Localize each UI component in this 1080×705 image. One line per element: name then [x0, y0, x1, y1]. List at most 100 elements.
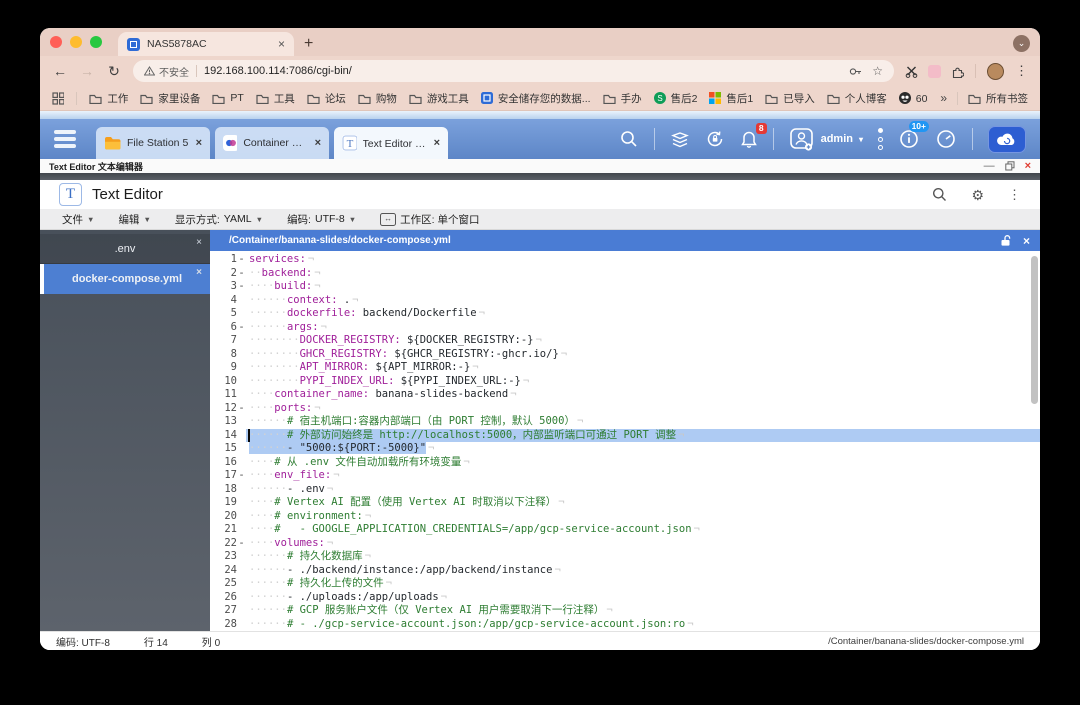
- taskbar-app-close-icon[interactable]: ×: [315, 137, 321, 149]
- search-button[interactable]: [619, 129, 639, 149]
- bookmark-item[interactable]: 已导入: [765, 91, 815, 106]
- line-number-gutter[interactable]: 11: [210, 388, 246, 402]
- code-line[interactable]: 3- ····build: ¬: [210, 280, 1040, 294]
- fold-marker-icon[interactable]: -: [237, 280, 246, 294]
- line-number-gutter[interactable]: 27: [210, 604, 246, 618]
- line-number-gutter[interactable]: 17-: [210, 469, 246, 483]
- bookmark-item[interactable]: 论坛: [307, 91, 346, 106]
- security-scan-button[interactable]: [705, 129, 725, 149]
- line-number-gutter[interactable]: 23: [210, 550, 246, 564]
- menu-workspace[interactable]: ↔ 工作区: 单个窗口: [380, 212, 480, 227]
- line-number-gutter[interactable]: 4: [210, 294, 246, 308]
- code-line-content[interactable]: ····container_name: banana-slides-backen…: [246, 388, 1040, 402]
- forward-button[interactable]: →: [79, 64, 95, 78]
- quickconnect-button[interactable]: [988, 125, 1026, 153]
- bookmark-item[interactable]: 个人博客: [827, 91, 887, 106]
- code-line-content[interactable]: ······- ./uploads:/app/uploads ¬: [246, 591, 1040, 605]
- code-line[interactable]: 7 ········DOCKER_REGISTRY: ${DOCKER_REGIS…: [210, 334, 1040, 348]
- line-number-gutter[interactable]: 8: [210, 348, 246, 362]
- code-line[interactable]: 18 ······- .env ¬: [210, 483, 1040, 497]
- tab-search-button[interactable]: ⌄: [1013, 35, 1030, 52]
- taskbar-app-tab[interactable]: T Text Editor 文... ×: [334, 127, 448, 159]
- code-line[interactable]: 26 ······- ./uploads:/app/uploads ¬: [210, 591, 1040, 605]
- code-line[interactable]: 13 ······# 宿主机端口:容器内部端口（由 PORT 控制，默认 5000…: [210, 415, 1040, 429]
- code-line[interactable]: 23 ······# 持久化数据库 ¬: [210, 550, 1040, 564]
- code-line-content[interactable]: ······# 外部访问始终是 http://localhost:5000，内部…: [246, 428, 1040, 442]
- code-editor[interactable]: 1- services: ¬ 2- ··backend: ¬ 3- ····build: ¬ 4 ·…: [210, 251, 1040, 631]
- main-menu-button[interactable]: [54, 130, 76, 148]
- editor-settings-icon[interactable]: ⚙: [971, 188, 984, 202]
- bookmark-item[interactable]: S 售后2: [653, 91, 697, 106]
- unlock-icon[interactable]: [1000, 234, 1012, 247]
- close-window-button[interactable]: [50, 36, 62, 48]
- code-line-content[interactable]: ········DOCKER_REGISTRY: ${DOCKER_REGIST…: [246, 334, 1040, 348]
- open-file-close-icon[interactable]: ×: [196, 237, 202, 248]
- code-line-content[interactable]: ········GHCR_REGISTRY: ${GHCR_REGISTRY:-…: [246, 348, 1040, 362]
- code-line-content[interactable]: ······- "5000:${PORT:-5000}" ¬: [246, 442, 1040, 456]
- line-number-gutter[interactable]: 26: [210, 591, 246, 605]
- code-line[interactable]: 5 ······dockerfile: backend/Dockerfile ¬: [210, 307, 1040, 321]
- menu-file[interactable]: 文件 ▼: [62, 212, 94, 227]
- code-line-content[interactable]: ····# environment: ¬: [246, 510, 1040, 524]
- bookmark-item[interactable]: 手办: [602, 91, 642, 106]
- bookmark-item[interactable]: 售后1: [709, 91, 753, 106]
- menu-edit[interactable]: 编辑 ▼: [118, 212, 150, 227]
- code-line-content[interactable]: ····# - GOOGLE_APPLICATION_CREDENTIALS=/…: [246, 523, 1040, 537]
- code-line-content[interactable]: ····build: ¬: [246, 280, 1040, 294]
- line-number-gutter[interactable]: 10: [210, 375, 246, 389]
- line-number-gutter[interactable]: 2-: [210, 267, 246, 281]
- line-number-gutter[interactable]: 28: [210, 618, 246, 632]
- code-line-content[interactable]: services: ¬: [246, 253, 1040, 267]
- minimize-window-button[interactable]: [70, 36, 82, 48]
- code-line-content[interactable]: ······# 持久化上传的文件 ¬: [246, 577, 1040, 591]
- bookmark-item[interactable]: 工具: [256, 91, 295, 106]
- code-line-content[interactable]: ······# 宿主机端口:容器内部端口（由 PORT 控制，默认 5000） ¬: [246, 415, 1040, 429]
- apps-grid-icon[interactable]: [52, 91, 65, 105]
- puzzle-extensions-icon[interactable]: [951, 65, 964, 78]
- bookmark-star-icon[interactable]: ☆: [872, 65, 883, 77]
- bookmark-item[interactable]: 游戏工具: [409, 91, 469, 106]
- security-chip[interactable]: 不安全: [144, 64, 189, 79]
- password-key-icon[interactable]: [849, 67, 862, 76]
- code-line[interactable]: 12- ····ports: ¬: [210, 402, 1040, 416]
- code-line-content[interactable]: ······# - ./gcp-service-account.json:/ap…: [246, 618, 1040, 632]
- bookmark-item[interactable]: 家里设备: [140, 91, 200, 106]
- editor-more-icon[interactable]: ⋮: [1008, 187, 1021, 203]
- taskbar-app-tab[interactable]: File Station 5 ×: [96, 127, 210, 159]
- line-number-gutter[interactable]: 22-: [210, 537, 246, 551]
- code-line-content[interactable]: ····env_file: ¬: [246, 469, 1040, 483]
- code-line[interactable]: 2- ··backend: ¬: [210, 267, 1040, 281]
- code-line[interactable]: 4 ······context: . ¬: [210, 294, 1040, 308]
- browser-tab[interactable]: NAS5878AC ×: [118, 32, 294, 56]
- code-line-content[interactable]: ········PYPI_INDEX_URL: ${PYPI_INDEX_URL…: [246, 375, 1040, 389]
- line-number-gutter[interactable]: 25: [210, 577, 246, 591]
- line-number-gutter[interactable]: 21: [210, 523, 246, 537]
- user-menu[interactable]: admin ▾: [789, 127, 863, 152]
- open-file-item[interactable]: docker-compose.yml ×: [40, 264, 210, 294]
- code-line-content[interactable]: ······- ./backend/instance:/app/backend/…: [246, 564, 1040, 578]
- window-restore-button[interactable]: [1004, 161, 1015, 171]
- fold-marker-icon[interactable]: -: [237, 469, 246, 483]
- line-number-gutter[interactable]: 6-: [210, 321, 246, 335]
- code-line[interactable]: 9 ········APT_MIRROR: ${APT_MIRROR:-} ¬: [210, 361, 1040, 375]
- bookmark-item[interactable]: PT: [212, 92, 244, 104]
- line-number-gutter[interactable]: 15: [210, 442, 246, 456]
- bookmark-item[interactable]: 60秒看世界: [898, 91, 928, 106]
- fold-marker-icon[interactable]: -: [237, 321, 246, 335]
- line-number-gutter[interactable]: 3-: [210, 280, 246, 294]
- resource-monitor-button[interactable]: [935, 128, 957, 150]
- profile-avatar[interactable]: [987, 62, 1004, 80]
- code-line-content[interactable]: ······dockerfile: backend/Dockerfile ¬: [246, 307, 1040, 321]
- code-line-content[interactable]: ····# 从 .env 文件自动加载所有环境变量 ¬: [246, 456, 1040, 470]
- code-line[interactable]: 25 ······# 持久化上传的文件 ¬: [210, 577, 1040, 591]
- open-file-item[interactable]: .env ×: [40, 234, 210, 264]
- browser-menu-icon[interactable]: ⋮: [1015, 63, 1028, 79]
- fold-marker-icon[interactable]: -: [237, 537, 246, 551]
- code-line[interactable]: 8 ········GHCR_REGISTRY: ${GHCR_REGISTRY:…: [210, 348, 1040, 362]
- open-file-close-icon[interactable]: ×: [196, 267, 202, 278]
- code-line[interactable]: 11 ····container_name: banana-slides-back…: [210, 388, 1040, 402]
- taskbar-app-close-icon[interactable]: ×: [196, 137, 202, 149]
- code-line[interactable]: 28 ······# - ./gcp-service-account.json:/…: [210, 618, 1040, 632]
- scissors-extension-icon[interactable]: [905, 65, 918, 78]
- new-tab-button[interactable]: +: [304, 35, 313, 53]
